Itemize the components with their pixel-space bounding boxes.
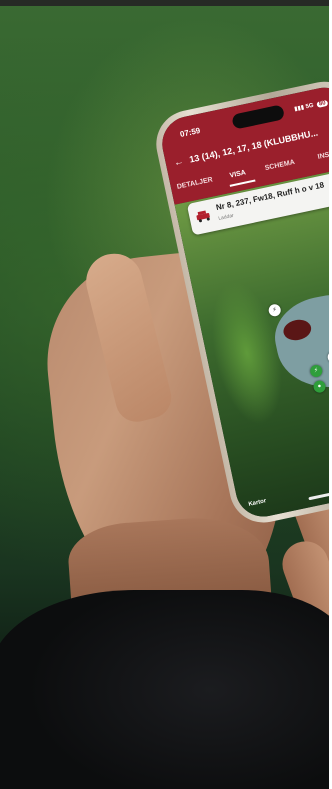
dynamic-island xyxy=(231,104,286,130)
signal-icon: ▮▮▮ xyxy=(293,104,305,113)
dark-sleeve xyxy=(0,590,332,789)
photo-background: 07:59 ▮▮▮ 5G 80 ← 13 (14), 12, 17, 18 (K… xyxy=(0,0,332,789)
status-time: 07:59 xyxy=(179,125,202,140)
active-tab-indicator xyxy=(229,179,256,187)
golf-cart-icon xyxy=(196,210,210,223)
status-indicators: ▮▮▮ 5G 80 xyxy=(294,99,329,113)
top-dark-strip xyxy=(0,0,332,6)
map-pin-icon[interactable]: ⚡ xyxy=(267,303,282,318)
card-subtitle: Laddar xyxy=(217,212,235,222)
network-label: 5G xyxy=(305,102,315,111)
tab-schema[interactable]: SCHEMA xyxy=(264,159,295,172)
tab-detaljer[interactable]: DETALJER xyxy=(176,176,213,190)
tab-visa[interactable]: VISA xyxy=(229,169,246,179)
back-arrow-icon[interactable]: ← xyxy=(173,156,185,169)
maps-attribution: Kartor xyxy=(247,498,267,508)
battery-level: 80 xyxy=(316,99,329,108)
